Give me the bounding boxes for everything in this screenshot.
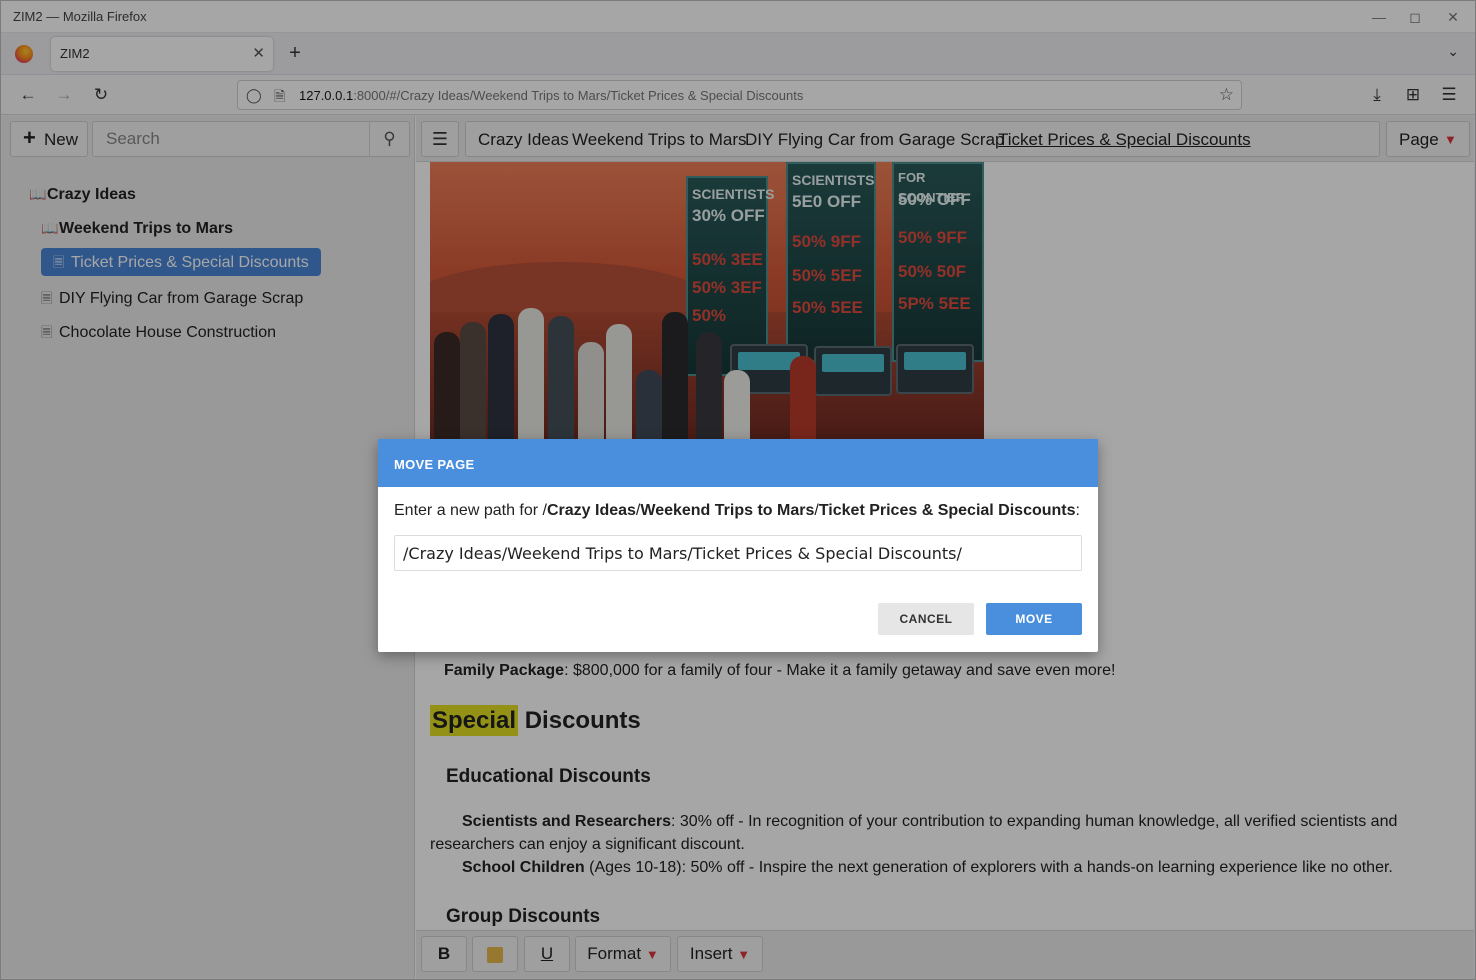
new-path-input[interactable] — [394, 535, 1082, 571]
dialog-prompt: Enter a new path for /Crazy Ideas/Weeken… — [394, 502, 1080, 519]
move-button[interactable]: MOVE — [986, 603, 1082, 635]
dialog-title: MOVE PAGE — [378, 439, 1098, 487]
cancel-button[interactable]: CANCEL — [878, 603, 974, 635]
move-page-dialog: MOVE PAGE Enter a new path for /Crazy Id… — [378, 439, 1098, 652]
